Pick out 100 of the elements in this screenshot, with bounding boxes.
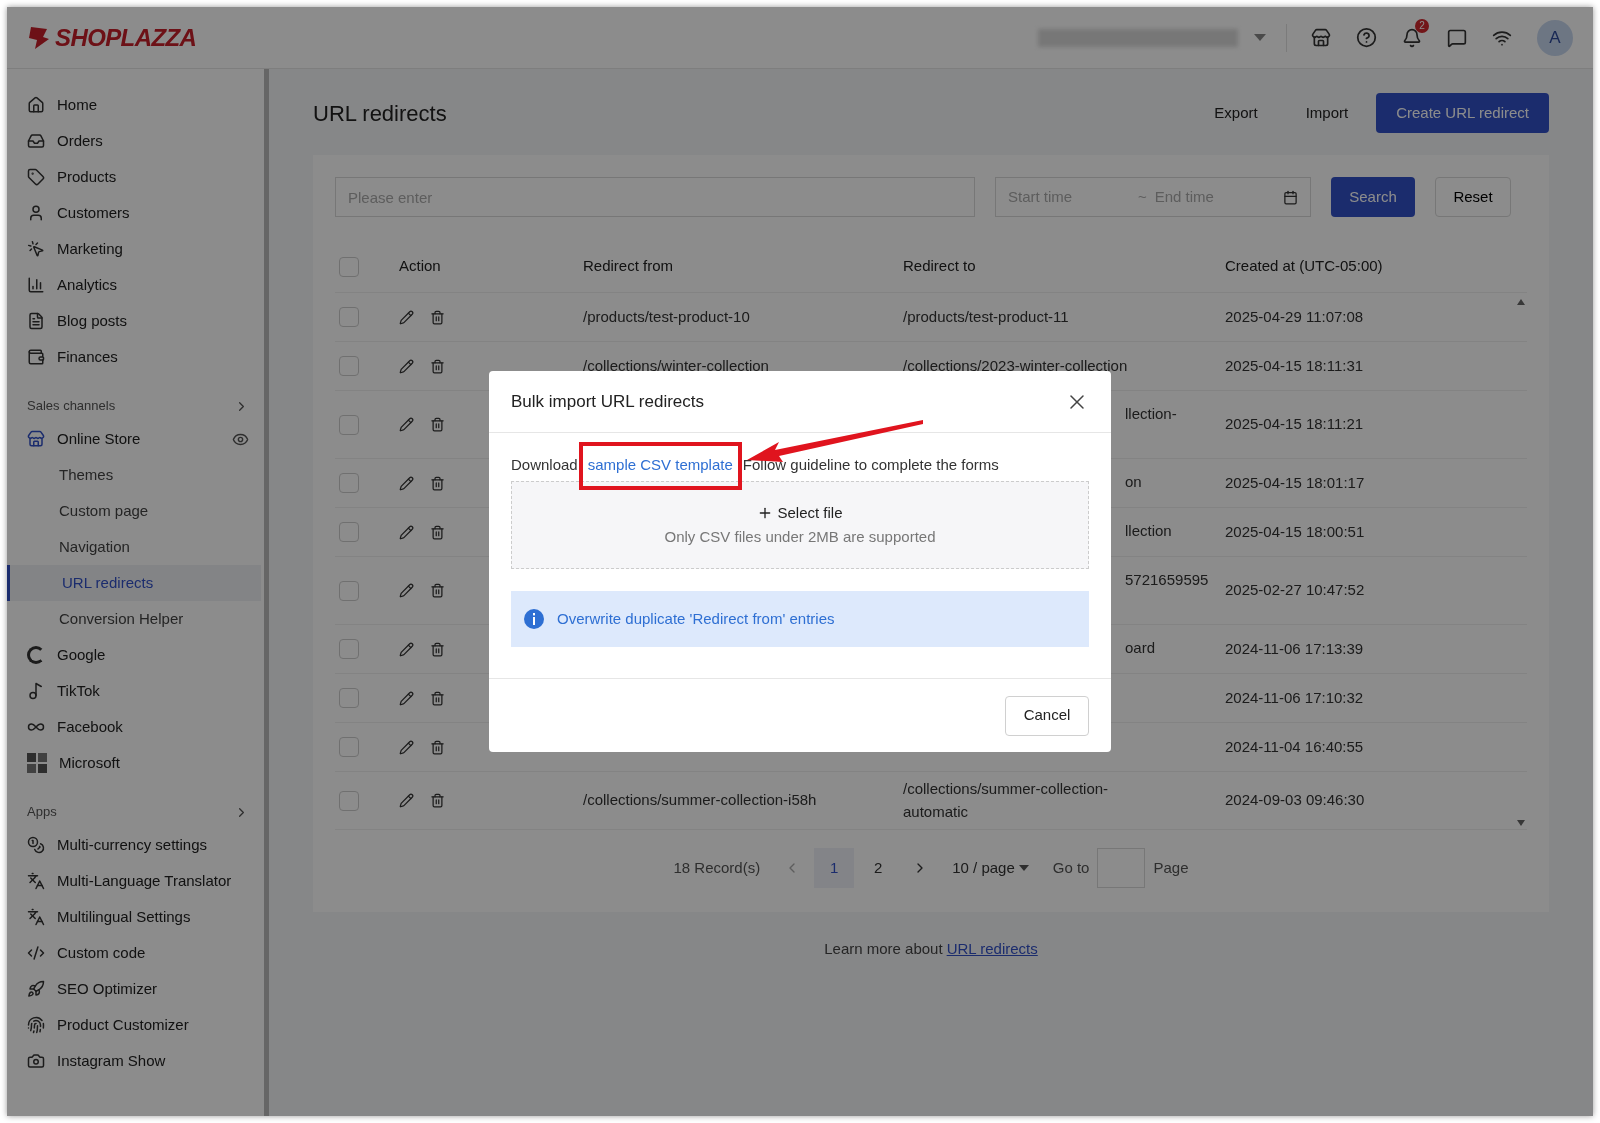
edit-icon[interactable] [399,583,414,598]
edit-icon[interactable] [399,358,414,374]
edit-icon[interactable] [399,475,414,491]
column-header: Action [399,256,442,277]
page-size-select[interactable]: 10 / page [952,856,1029,880]
page-button[interactable]: 2 [858,848,899,888]
notification-badge: 2 [1415,18,1429,33]
bell-icon[interactable] [1402,27,1422,48]
edit-icon[interactable] [399,739,414,755]
instruction-text: Follow guideline to complete the forms [742,454,999,475]
delete-icon[interactable] [430,309,445,325]
table-cell-text: 2025-04-15 18:01:17 [1225,472,1366,493]
help-link[interactable]: URL redirects [946,938,1038,961]
windows-icon [27,753,47,773]
scroll-down-icon[interactable] [1517,820,1525,826]
coins-icon [27,836,45,854]
calendar-icon [1283,189,1298,205]
translate-icon [27,908,45,926]
checkbox[interactable] [339,473,359,493]
table-cell-text: 2025-04-15 18:11:31 [1225,355,1365,376]
upload-hint: Only CSV files under 2MB are supported [664,527,936,547]
delete-icon[interactable] [430,641,445,657]
delete-icon[interactable] [430,690,445,706]
fingerprint-icon [27,1016,45,1034]
checkbox[interactable] [339,688,359,708]
checkbox[interactable] [339,414,359,435]
caret-icon [1018,865,1029,871]
store-icon[interactable] [1311,27,1331,48]
chat-icon[interactable] [1447,27,1467,48]
page-label: Page [1153,857,1189,878]
checkbox[interactable] [339,580,359,601]
checkbox[interactable] [339,639,359,659]
dropdown-caret-icon [1254,33,1266,42]
upload-label: Select file [777,502,843,523]
checkbox[interactable] [339,356,359,376]
delete-icon[interactable] [430,358,445,374]
table-cell-text: 2025-02-27 10:47:52 [1225,580,1366,601]
header-button[interactable]: Import [1285,93,1369,133]
logo-text: SHOPLAZZA [55,22,197,53]
table-cell: 5721659595 [1125,571,1209,588]
sidebar-subitem[interactable]: URL redirects [7,565,261,601]
edit-icon[interactable] [399,524,414,540]
delete-icon[interactable] [430,793,445,808]
avatar[interactable]: A [1537,19,1573,56]
edit-icon[interactable] [399,309,414,325]
table-cell: oard [1125,639,1156,656]
create-button[interactable]: Create URL redirect [1376,93,1549,133]
edit-icon[interactable] [399,417,414,432]
document-icon [27,312,45,330]
header-button[interactable]: Export [1194,93,1278,133]
table-cell-text: 2024-11-06 17:10:32 [1225,687,1365,708]
column-header: Redirect to [903,256,977,277]
scroll-up-icon[interactable] [1517,299,1525,305]
scrollbar[interactable] [264,69,269,1116]
pointer-icon [27,240,45,258]
table-cell-text: 2025-04-15 18:00:51 [1225,521,1366,542]
table-cell: llection- [1125,405,1177,422]
page-button[interactable]: 1 [814,848,855,888]
store-icon [27,430,45,448]
column-header: Redirect from [583,256,675,277]
modal-title: Bulk import URL redirects [511,390,706,413]
delete-icon[interactable] [430,417,445,432]
sidebar-subitem[interactable]: Conversion Helper [7,601,261,637]
table-cell-text: 2025-04-15 18:11:21 [1225,414,1365,435]
rocket-icon [27,980,45,998]
page-title: URL redirects [313,99,448,128]
code-icon [27,944,45,962]
search-button[interactable]: Search [1331,177,1415,217]
tag-icon [27,168,45,186]
edit-icon[interactable] [399,793,414,808]
cancel-button[interactable]: Cancel [1005,695,1089,736]
checkbox[interactable] [339,790,359,811]
wallet-icon [27,348,45,366]
upload-area[interactable]: Select file Only CSV files under 2MB are supported [511,481,1089,569]
checkbox[interactable] [339,307,359,327]
reset-button[interactable]: Reset [1435,177,1511,217]
table-cell: /products/test-product-10 [583,307,750,325]
bar-chart-icon [27,276,45,294]
logo-icon [27,24,51,51]
sidebar-subitem[interactable]: Themes [7,457,261,493]
music-note-icon [27,682,45,700]
camera-icon [27,1052,45,1070]
edit-icon[interactable] [399,690,414,706]
inbox-icon [27,132,45,150]
checkbox[interactable] [339,737,359,757]
section-heading: Sales channels [27,397,116,416]
template-link[interactable]: sample CSV template [587,455,733,473]
section-heading: Apps [27,803,57,822]
delete-icon[interactable] [430,524,445,540]
delete-icon[interactable] [430,475,445,491]
delete-icon[interactable] [430,739,445,755]
column-header: Created at (UTC-05:00) [1225,256,1384,277]
delete-icon[interactable] [430,583,445,598]
help-icon[interactable] [1356,27,1377,48]
sidebar-subitem[interactable]: Navigation [7,529,261,565]
checkbox[interactable] [339,256,359,277]
edit-icon[interactable] [399,641,414,657]
sidebar-subitem[interactable]: Custom page [7,493,261,529]
checkbox[interactable] [339,522,359,542]
home-icon [27,96,45,114]
